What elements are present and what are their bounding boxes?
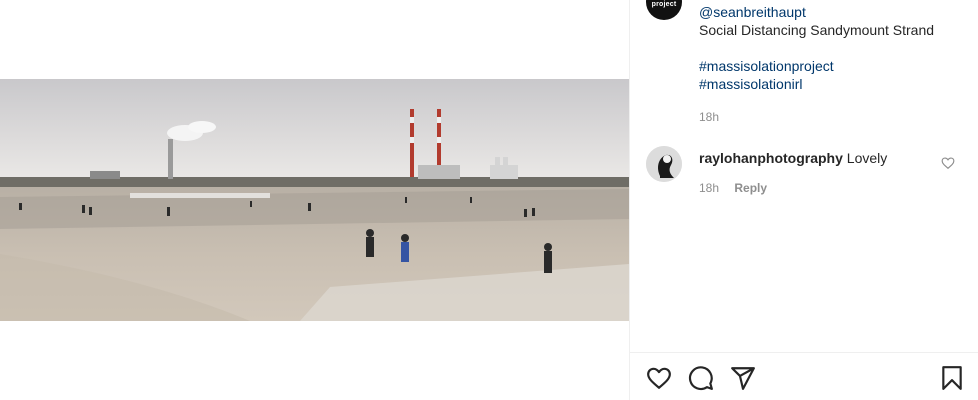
caption-hashtag[interactable]: #massisolationirl xyxy=(699,75,802,93)
reply-button[interactable]: Reply xyxy=(734,181,767,195)
comment-text: Lovely xyxy=(846,150,888,166)
owner-avatar-text: project xyxy=(651,1,677,8)
bookmark-icon[interactable] xyxy=(939,365,965,391)
caption-hashtag[interactable]: #massisolationproject xyxy=(699,57,834,75)
comment-icon[interactable] xyxy=(688,365,714,391)
post-photo xyxy=(0,79,629,321)
comment-meta: 18h Reply xyxy=(699,181,767,195)
paper-plane-icon[interactable] xyxy=(730,365,756,391)
comment-timestamp[interactable]: 18h xyxy=(699,181,719,195)
comment-row: raylohanphotography Lovely xyxy=(699,149,887,167)
post-media xyxy=(0,0,629,400)
post-sidebar: project @seanbreithaupt Social Distancin… xyxy=(629,0,978,400)
comment-heart-icon[interactable] xyxy=(941,156,955,170)
caption-text: Social Distancing Sandymount Strand xyxy=(699,22,935,38)
commenter-avatar-image xyxy=(646,146,682,182)
comment-username[interactable]: raylohanphotography xyxy=(699,150,843,166)
caption-mention[interactable]: @seanbreithaupt xyxy=(699,3,806,21)
owner-avatar[interactable]: project xyxy=(646,0,682,20)
post-actions xyxy=(630,352,978,400)
heart-icon[interactable] xyxy=(646,365,672,391)
caption-timestamp[interactable]: 18h xyxy=(699,108,719,126)
commenter-avatar[interactable] xyxy=(646,146,682,182)
